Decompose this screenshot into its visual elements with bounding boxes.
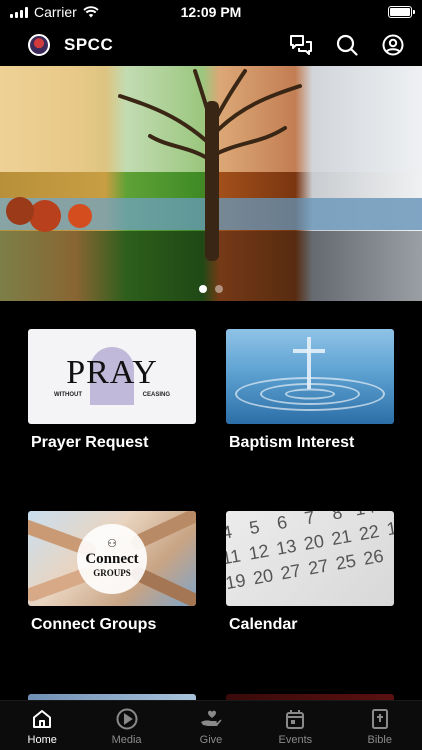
calendar-number: 8 <box>330 511 344 524</box>
card-prayer-request[interactable]: PRAY WITHOUT CEASING Prayer Request <box>28 329 196 452</box>
calendar-number: 25 <box>334 550 358 574</box>
calendar-number: 26 <box>361 545 386 569</box>
calendar-number: 21 <box>329 525 354 550</box>
pray-title: PRAY <box>66 353 158 391</box>
account-icon[interactable] <box>380 32 406 58</box>
calendar-number: 22 <box>357 521 381 545</box>
calendar-number: 20 <box>302 530 326 554</box>
calendar-icon <box>283 707 307 731</box>
bottom-tab-bar: Home Media Give Events Bible <box>0 700 422 750</box>
carousel-indicator <box>0 285 422 293</box>
pray-subtitle: WITHOUT CEASING <box>54 392 170 398</box>
calendar-number: 27 <box>279 560 303 584</box>
status-bar: Carrier 12:09 PM <box>0 0 422 24</box>
carrier-label: Carrier <box>34 4 77 20</box>
home-icon <box>30 707 54 731</box>
tab-bible[interactable]: Bible <box>345 707 415 746</box>
calendar-number: 12 <box>247 540 271 564</box>
giving-hand-icon <box>199 707 223 731</box>
app-title: SPCC <box>64 35 114 54</box>
cross-horizontal <box>293 349 325 353</box>
bible-icon <box>368 707 392 731</box>
tab-events[interactable]: Events <box>260 707 330 746</box>
calendar-image: 45678141511121320212218192027272526 <box>226 511 394 606</box>
tab-label: Home <box>27 734 57 746</box>
signal-icon <box>10 6 28 18</box>
calendar-number: 5 <box>247 516 262 539</box>
cross-vertical <box>307 337 311 389</box>
tab-label: Media <box>111 734 142 746</box>
tab-label: Bible <box>367 734 392 746</box>
carousel-dot-1[interactable] <box>199 285 207 293</box>
card-baptism-interest[interactable]: Baptism Interest <box>226 329 394 452</box>
calendar-number: 13 <box>274 535 298 559</box>
hero-carousel[interactable] <box>0 66 422 301</box>
carousel-dot-2[interactable] <box>215 285 223 293</box>
people-network-icon: ⚇ <box>107 538 117 550</box>
play-circle-icon <box>115 707 139 731</box>
card-label: Prayer Request <box>31 434 149 451</box>
prayer-image: PRAY WITHOUT CEASING <box>28 329 196 424</box>
church-logo <box>28 34 50 56</box>
search-icon[interactable] <box>334 32 360 58</box>
calendar-number: 27 <box>306 555 330 579</box>
pray-sub-left: WITHOUT <box>54 391 82 398</box>
tree-branches <box>6 69 302 232</box>
calendar-number: 20 <box>251 565 275 589</box>
calendar-number: 14 <box>349 511 380 521</box>
baptism-image <box>226 329 394 424</box>
pray-sub-right: CEASING <box>142 391 170 398</box>
tab-home[interactable]: Home <box>7 707 77 746</box>
calendar-numbers: 45678141511121320212218192027272526 <box>226 511 394 595</box>
connect-subtitle: GROUPS <box>93 568 131 578</box>
tab-label: Events <box>278 734 313 746</box>
battery-icon <box>388 6 415 18</box>
status-left: Carrier <box>10 4 99 20</box>
connect-badge: ⚇ Connect GROUPS <box>77 523 147 594</box>
card-label: Connect Groups <box>31 616 157 633</box>
calendar-number: 7 <box>302 511 317 529</box>
chat-icon[interactable] <box>288 32 314 58</box>
top-navigation: SPCC <box>0 26 422 64</box>
tab-media[interactable]: Media <box>92 707 162 746</box>
ripple-inner <box>285 388 335 400</box>
header-actions <box>288 32 406 58</box>
connect-title: Connect <box>85 551 139 567</box>
tab-label: Give <box>199 734 223 746</box>
tab-give[interactable]: Give <box>176 707 246 746</box>
calendar-number: 15 <box>377 511 394 516</box>
card-label: Calendar <box>229 616 298 633</box>
calendar-number: 6 <box>275 511 289 534</box>
connect-groups-image: ⚇ Connect GROUPS <box>28 511 196 606</box>
card-label: Baptism Interest <box>229 434 355 451</box>
wifi-icon <box>83 6 99 18</box>
card-calendar[interactable]: 45678141511121320212218192027272526 Cale… <box>226 511 394 634</box>
card-connect-groups[interactable]: ⚇ Connect GROUPS Connect Groups <box>28 511 196 634</box>
